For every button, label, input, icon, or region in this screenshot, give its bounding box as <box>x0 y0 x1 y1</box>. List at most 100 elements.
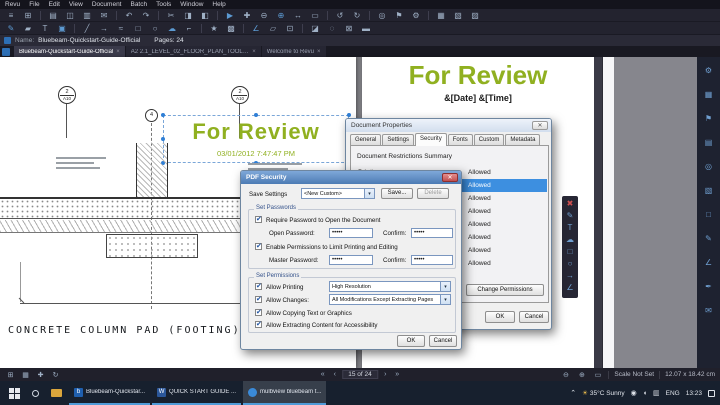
fit-width-icon[interactable]: ↔ <box>291 10 305 21</box>
measure-area-icon[interactable]: ▱ <box>266 23 280 34</box>
action-center-icon[interactable] <box>708 389 715 397</box>
tab-close-icon[interactable] <box>317 49 321 55</box>
printing-resolution-select[interactable]: High Resolution <box>329 281 451 292</box>
dialog-tab-security[interactable]: Security <box>415 133 447 146</box>
text-icon[interactable]: T <box>38 23 52 34</box>
pdf-security-cancel-button[interactable]: Cancel <box>429 335 457 347</box>
zoom-out-icon[interactable]: ⊖ <box>257 10 271 21</box>
callout-icon[interactable]: ⌐ <box>182 23 196 34</box>
allowed-changes-select[interactable]: All Modifications Except Extracting Page… <box>329 294 451 305</box>
layers-panel-icon[interactable]: ▧ <box>703 185 715 196</box>
network-icon[interactable]: ◉ <box>631 389 637 397</box>
open-password-confirm-input[interactable] <box>411 228 453 238</box>
save-settings-select[interactable]: <New Custom> <box>301 188 375 199</box>
allow-printing-checkbox[interactable] <box>255 282 262 290</box>
tab-close-icon[interactable] <box>252 49 256 55</box>
change-permissions-button[interactable]: Change Permissions <box>466 284 544 296</box>
measurements-panel-icon[interactable]: ∠ <box>703 257 715 268</box>
select-tool-icon[interactable]: ▶ <box>223 10 237 21</box>
arrow-icon[interactable]: → <box>97 23 111 34</box>
grid-bubble[interactable]: 4 <box>145 109 158 122</box>
close-icon[interactable] <box>442 173 458 182</box>
taskbar-app-bluebeam[interactable]: b Bluebeam-Quickstar... <box>69 381 151 405</box>
eraser-icon[interactable]: ◪ <box>308 23 322 34</box>
stamp-icon[interactable]: ★ <box>207 23 221 34</box>
copy-icon[interactable]: ◨ <box>181 10 195 21</box>
menu-tools[interactable]: Tools <box>156 1 171 8</box>
master-password-input[interactable] <box>329 255 373 265</box>
dialog-titlebar[interactable]: PDF Security <box>241 171 461 184</box>
selection-handle[interactable] <box>161 137 165 141</box>
clock[interactable]: 13:23 <box>686 390 702 397</box>
highlighter-icon[interactable]: ▰ <box>21 23 35 34</box>
rectangle-icon[interactable]: □ <box>564 246 576 257</box>
next-page-button[interactable]: › <box>381 371 390 378</box>
thumbnails-panel-icon[interactable]: ▦ <box>703 89 715 100</box>
split-view-icon[interactable] <box>2 47 10 56</box>
detail-callout[interactable]: 2 A10 <box>231 86 249 104</box>
ellipse-icon[interactable]: ○ <box>564 258 576 269</box>
rectangle-icon[interactable]: □ <box>131 23 145 34</box>
print-icon[interactable]: ▥ <box>80 10 94 21</box>
ellipse-icon[interactable]: ○ <box>148 23 162 34</box>
fit-page-icon[interactable]: ▭ <box>592 371 603 379</box>
markups-list-panel-icon[interactable]: ✎ <box>703 233 715 244</box>
panel-toggle-icon[interactable]: ⊞ <box>5 371 16 379</box>
tab-bluebeam-quickstart-guide[interactable]: Bluebeam-Quickstart-Guide-Official <box>14 46 125 57</box>
sync-views-icon[interactable]: ↻ <box>50 371 61 379</box>
pen-icon[interactable]: ✎ <box>4 23 18 34</box>
dialog-tab-metadata[interactable]: Metadata <box>505 134 541 145</box>
previous-page-button[interactable]: ‹ <box>330 371 339 378</box>
document-properties-cancel-button[interactable]: Cancel <box>519 311 549 323</box>
save-icon[interactable]: ◫ <box>63 10 77 21</box>
selection-handle[interactable] <box>347 113 351 117</box>
rotate-right-icon[interactable]: ↻ <box>350 10 364 21</box>
volume-icon[interactable]: ◖ <box>643 390 647 397</box>
arrow-icon[interactable]: → <box>564 270 576 281</box>
menu-icon[interactable]: ≡ <box>4 10 18 21</box>
selection-handle[interactable] <box>254 113 258 117</box>
weather-widget[interactable]: ☀ 35°C Sunny <box>582 389 625 398</box>
properties-panel-icon[interactable]: ⚙ <box>703 65 715 76</box>
menu-view[interactable]: View <box>69 1 83 8</box>
pen-icon[interactable]: ✎ <box>564 210 576 221</box>
zoom-out-icon[interactable]: ⊖ <box>560 371 571 379</box>
count-icon[interactable]: ⊡ <box>283 23 297 34</box>
measure-length-icon[interactable]: ∠ <box>249 23 263 34</box>
open-password-input[interactable] <box>329 228 373 238</box>
taskbar-app-word-doc[interactable]: W QUICK START GUIDE ... <box>152 381 242 405</box>
layers-icon[interactable]: ▧ <box>451 10 465 21</box>
master-password-confirm-input[interactable] <box>411 255 453 265</box>
dialog-tab-custom[interactable]: Custom <box>473 134 505 145</box>
flag-icon[interactable]: ⚑ <box>392 10 406 21</box>
selection-handle[interactable] <box>161 113 165 117</box>
allow-changes-checkbox[interactable] <box>255 295 262 303</box>
lasso-icon[interactable]: ◌ <box>325 23 339 34</box>
search-panel-icon[interactable]: ◎ <box>703 161 715 172</box>
menu-batch[interactable]: Batch <box>130 1 147 8</box>
review-stamp[interactable]: For Review <box>168 119 344 145</box>
search-icon[interactable] <box>32 389 39 397</box>
language-indicator[interactable]: ENG <box>666 390 680 397</box>
dialog-tab-settings[interactable]: Settings <box>382 134 415 145</box>
signatures-panel-icon[interactable]: ✒ <box>703 281 715 292</box>
crosshair-icon[interactable]: ✚ <box>35 371 46 379</box>
taskbar-app-browser[interactable]: mulbview bluebeam t... <box>243 381 327 405</box>
grid-icon[interactable]: ▦ <box>434 10 448 21</box>
flatten-icon[interactable]: ▬ <box>359 23 373 34</box>
dialog-tab-general[interactable]: General <box>350 134 382 145</box>
scale-indicator[interactable]: Scale Not Set <box>614 371 654 378</box>
first-page-button[interactable]: « <box>318 371 327 378</box>
cloud-icon[interactable]: ☁ <box>564 234 576 245</box>
menu-help[interactable]: Help <box>212 1 225 8</box>
paste-icon[interactable]: ◧ <box>198 10 212 21</box>
cloud-icon[interactable]: ☁ <box>165 23 179 34</box>
settings-icon[interactable]: ⚙ <box>409 10 423 21</box>
touch-keyboard-icon[interactable]: ▥ <box>653 389 660 397</box>
redo-icon[interactable]: ↷ <box>139 10 153 21</box>
search-icon[interactable]: ◎ <box>375 10 389 21</box>
dialog-tab-fonts[interactable]: Fonts <box>447 134 473 145</box>
tab-close-icon[interactable] <box>116 49 120 55</box>
snapshot-icon[interactable]: ⊠ <box>342 23 356 34</box>
menu-window[interactable]: Window <box>180 1 203 8</box>
